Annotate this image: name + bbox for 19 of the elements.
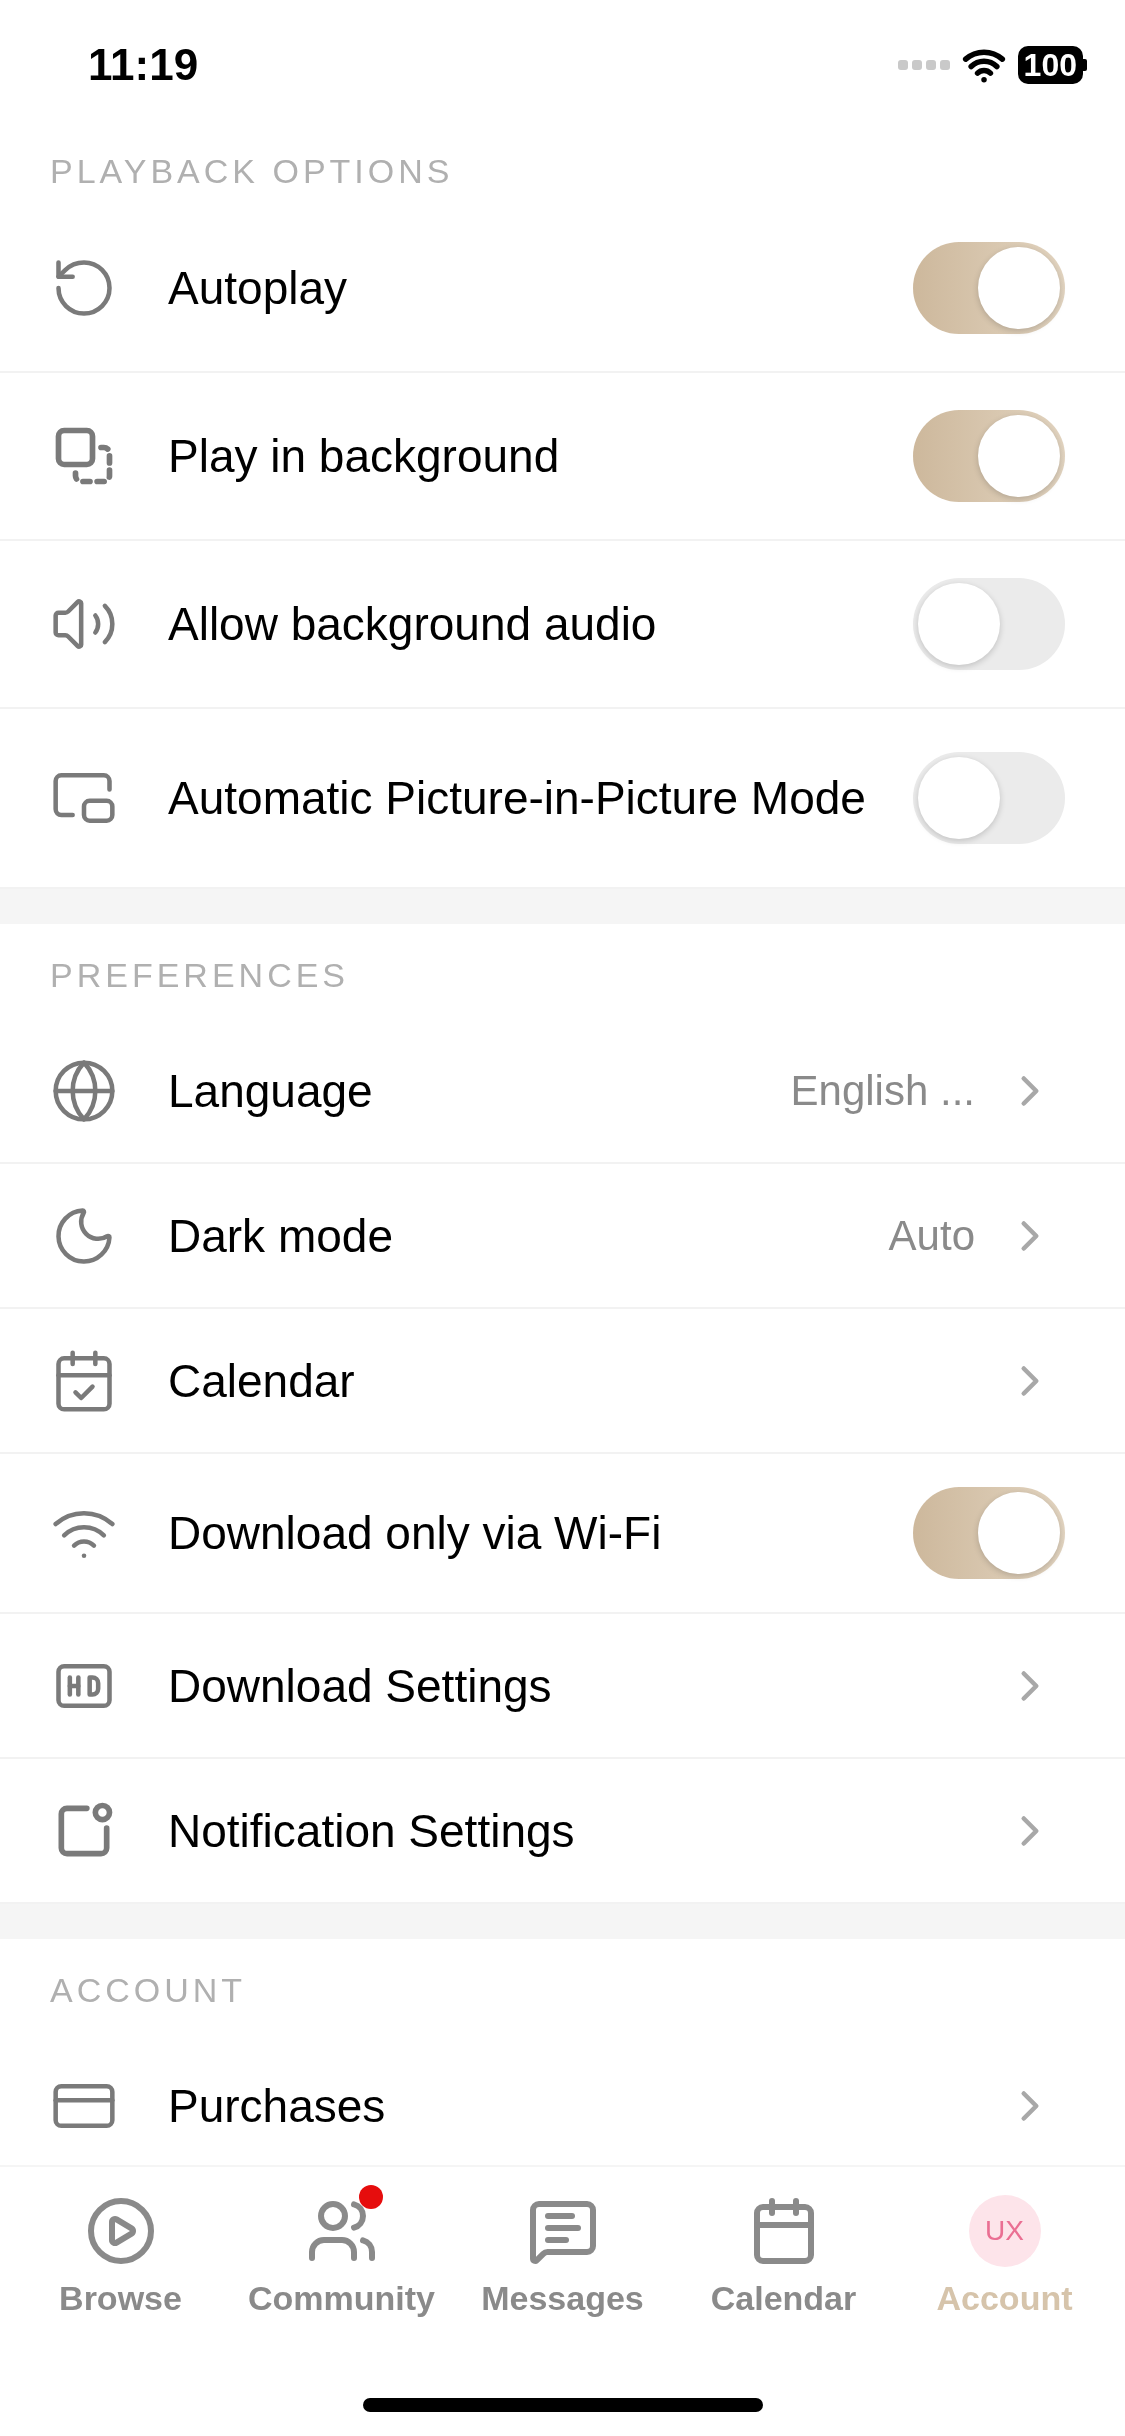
row-label: Allow background audio xyxy=(168,597,658,652)
section-header: PLAYBACK OPTIONS xyxy=(50,151,454,192)
avatar: UX xyxy=(968,2195,1041,2267)
row-label: Download Settings xyxy=(168,1658,553,1714)
row-label: Notification Settings xyxy=(168,1803,576,1859)
row-value: English ... xyxy=(790,1066,975,1116)
battery-level: 100 xyxy=(1017,46,1083,84)
row-value: Auto xyxy=(888,1211,975,1261)
row-label: Language xyxy=(168,1063,374,1119)
row-label: Purchases xyxy=(168,2078,387,2134)
row-label: Play in background xyxy=(168,429,561,484)
row-label: Dark mode xyxy=(168,1208,394,1264)
row-label: Calendar xyxy=(168,1353,356,1409)
status-time: 11:19 xyxy=(88,39,199,91)
row-label: Download only via Wi-Fi xyxy=(168,1506,663,1561)
row-label: Autoplay xyxy=(168,261,348,316)
row-label: Automatic Picture-in-Picture Mode xyxy=(168,771,867,826)
section-header: ACCOUNT xyxy=(50,1970,247,2011)
section-header: PREFERENCES xyxy=(50,955,350,996)
